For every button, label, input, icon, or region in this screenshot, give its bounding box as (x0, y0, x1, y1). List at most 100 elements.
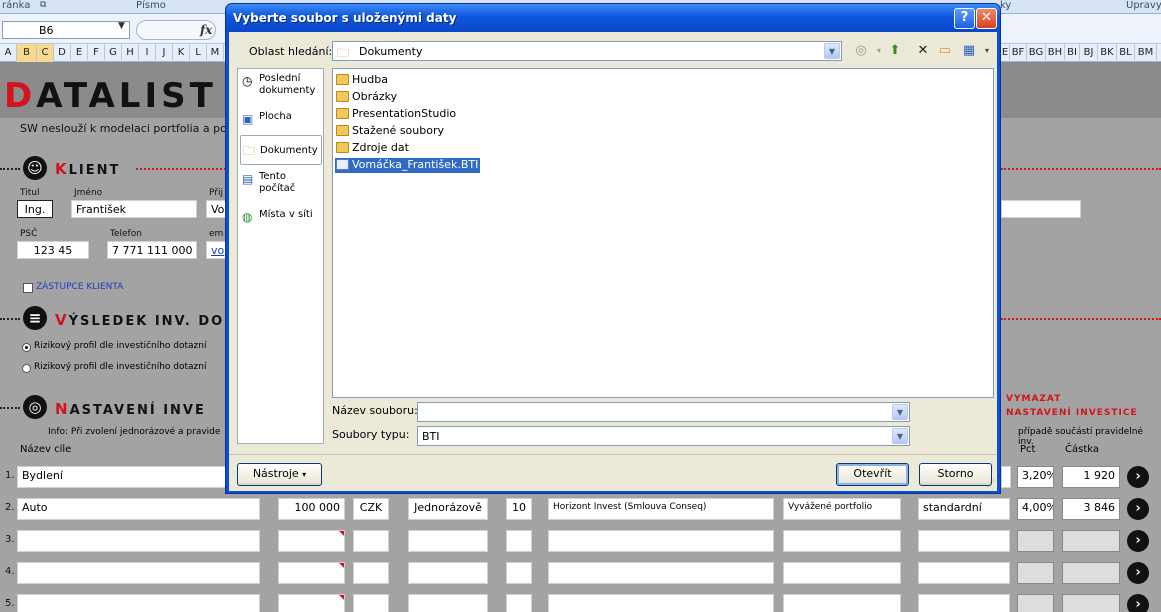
column-header[interactable]: BG (1027, 44, 1046, 62)
file-item-folder[interactable]: Obrázky (335, 90, 397, 105)
cancel-button[interactable]: Storno (919, 463, 992, 486)
file-item-folder[interactable]: Zdroje dat (335, 141, 409, 156)
column-header[interactable]: I (139, 44, 156, 62)
goal-name-cell[interactable]: Bydlení (17, 466, 227, 488)
row-arrow-icon[interactable]: › (1127, 594, 1149, 612)
column-header[interactable]: D (54, 44, 71, 62)
goal-amount-cell[interactable] (278, 530, 345, 552)
column-header[interactable]: BN (1157, 44, 1161, 62)
views-dropdown-icon[interactable]: ▾ (977, 42, 997, 60)
up-folder-icon[interactable]: ⬆ (885, 42, 905, 60)
goal-name-cell[interactable] (17, 562, 260, 584)
column-header[interactable]: G (105, 44, 122, 62)
column-header[interactable]: B (17, 44, 37, 62)
goal-name-cell[interactable] (17, 594, 260, 612)
name-box[interactable]: B6 (2, 21, 130, 39)
column-header[interactable]: BI (1065, 44, 1080, 62)
chevron-down-icon[interactable]: ▼ (892, 404, 908, 420)
telefon-cell[interactable]: 7 771 111 000 (107, 241, 197, 259)
goal-fee-cell[interactable] (1001, 466, 1011, 488)
goal-fee-cell[interactable] (918, 530, 1010, 552)
column-header[interactable]: BK (1098, 44, 1117, 62)
goal-strategy-cell[interactable] (783, 562, 901, 584)
place-network[interactable]: ◍ Místa v síti (240, 209, 322, 225)
risk-profile-radio-2[interactable] (22, 364, 31, 373)
file-item-folder[interactable]: PresentationStudio (335, 107, 456, 122)
column-header[interactable]: J (156, 44, 173, 62)
insert-function-icon[interactable]: fx (200, 23, 212, 37)
goal-strategy-cell[interactable] (783, 594, 901, 612)
column-header[interactable]: E (71, 44, 88, 62)
prijmeni-cell[interactable]: Vo (206, 200, 226, 218)
open-button[interactable]: Otevřít (836, 463, 909, 486)
filetype-dropdown[interactable]: BTI ▼ (417, 426, 910, 446)
delete-settings-button[interactable]: VYMAZAT (1006, 394, 1061, 404)
goal-type-cell[interactable]: Jednorázově (408, 498, 488, 520)
goal-name-cell[interactable]: Auto (17, 498, 260, 520)
risk-profile-radio-1[interactable] (22, 343, 31, 352)
email-link[interactable]: vo (206, 241, 226, 259)
goal-years-cell[interactable] (506, 594, 532, 612)
back-icon[interactable]: ◎ (851, 42, 871, 60)
goal-currency-cell[interactable] (353, 530, 389, 552)
column-header[interactable]: E (1001, 44, 1010, 62)
goal-fund-cell[interactable]: Horizont Invest (Smlouva Conseq) (548, 498, 774, 520)
new-folder-icon[interactable]: ▭ (935, 42, 955, 60)
column-header[interactable]: BF (1010, 44, 1027, 62)
column-header[interactable]: K (173, 44, 190, 62)
file-item-selected[interactable]: Vomáčka_František.BTI (335, 158, 481, 173)
goal-fund-cell[interactable] (548, 594, 774, 612)
column-header[interactable]: BJ (1080, 44, 1098, 62)
column-header[interactable]: M (207, 44, 224, 62)
chevron-down-icon[interactable]: ▼ (824, 43, 840, 59)
goal-currency-cell[interactable] (353, 594, 389, 612)
file-item-folder[interactable]: Hudba (335, 73, 388, 88)
goal-fund-cell[interactable] (548, 530, 774, 552)
column-header[interactable]: BL (1117, 44, 1135, 62)
place-documents[interactable]: 🗀 Dokumenty (240, 135, 322, 165)
goal-amount-cell[interactable] (278, 594, 345, 612)
goal-type-cell[interactable] (408, 562, 488, 584)
goal-type-cell[interactable] (408, 594, 488, 612)
column-header[interactable]: A (0, 44, 17, 62)
goal-years-cell[interactable] (506, 530, 532, 552)
row-arrow-icon[interactable]: › (1127, 530, 1149, 552)
delete-icon[interactable]: ✕ (913, 42, 933, 60)
dialog-titlebar[interactable]: Vyberte soubor s uloženými daty ? ✕ (226, 4, 1000, 32)
look-in-dropdown[interactable]: 🗀 Dokumenty ▼ (332, 41, 842, 61)
filename-input[interactable]: ▼ (417, 402, 910, 422)
column-header[interactable]: BM (1135, 44, 1157, 62)
titul-cell[interactable]: Ing. (17, 200, 53, 218)
column-header-selected[interactable]: C (37, 44, 54, 62)
goal-name-cell[interactable] (17, 530, 260, 552)
goal-fee-cell[interactable] (918, 594, 1010, 612)
goal-amount-cell[interactable] (278, 562, 345, 584)
file-item-folder[interactable]: Stažené soubory (335, 124, 444, 139)
row-arrow-icon[interactable]: › (1127, 498, 1149, 520)
place-computer[interactable]: ▤ Tento počítač (240, 171, 322, 199)
close-button[interactable]: ✕ (976, 8, 997, 29)
goal-fee-cell[interactable] (918, 562, 1010, 584)
goal-years-cell[interactable] (506, 562, 532, 584)
chevron-down-icon[interactable]: ▼ (118, 21, 125, 31)
tools-button[interactable]: Nástroje ▾ (237, 463, 322, 486)
help-button[interactable]: ? (954, 8, 975, 29)
client-extra-cell[interactable] (1001, 200, 1081, 218)
goal-fund-cell[interactable] (548, 562, 774, 584)
goal-strategy-cell[interactable] (783, 530, 901, 552)
row-arrow-icon[interactable]: › (1127, 562, 1149, 584)
goal-currency-cell[interactable]: CZK (353, 498, 389, 520)
resize-grip-icon[interactable]: ⋰ (986, 479, 995, 489)
column-header[interactable]: L (190, 44, 207, 62)
goal-fee-cell[interactable]: standardní (918, 498, 1010, 520)
goal-currency-cell[interactable] (353, 562, 389, 584)
row-arrow-icon[interactable]: › (1127, 466, 1149, 488)
psc-cell[interactable]: 123 45 (17, 241, 89, 259)
column-header[interactable]: F (88, 44, 105, 62)
chevron-down-icon[interactable]: ▼ (892, 428, 908, 444)
column-header[interactable]: BH (1046, 44, 1065, 62)
goal-strategy-cell[interactable]: Vyvážené portfolio (783, 498, 901, 520)
goal-amount-cell[interactable]: 100 000 (278, 498, 345, 520)
place-recent[interactable]: ◷ Poslední dokumenty (240, 73, 322, 101)
jmeno-cell[interactable]: František (71, 200, 197, 218)
